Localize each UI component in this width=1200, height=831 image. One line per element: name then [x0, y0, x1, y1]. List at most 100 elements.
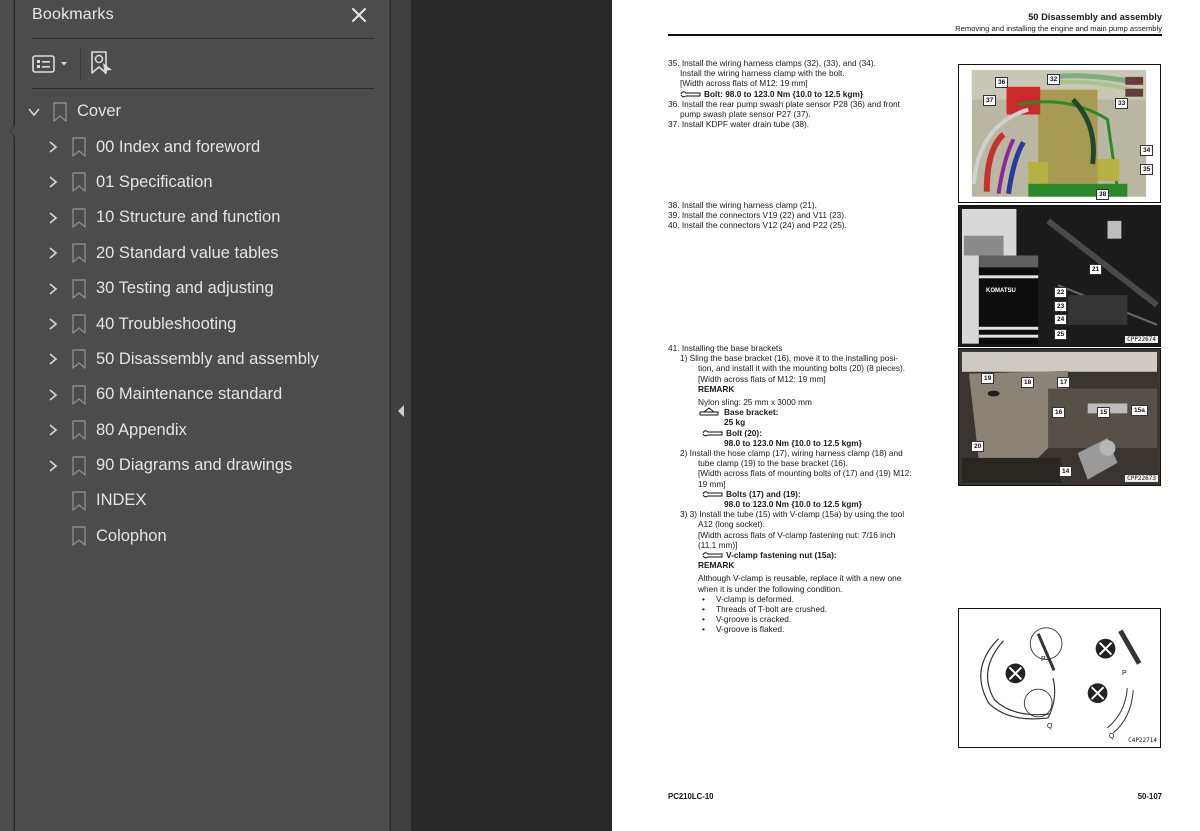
bookmark-item-90-diagrams-and-drawings[interactable]: 90 Diagrams and drawings — [15, 448, 390, 483]
substep-3: 3) 3) Install the tube (15) with V-clamp… — [680, 509, 905, 520]
callout-21: 21 — [1089, 264, 1103, 275]
callout-34: 34 — [1140, 145, 1154, 156]
bookmark-item-80-appendix[interactable]: 80 Appendix — [15, 413, 390, 448]
step-35: 35. Install the wiring harness clamps (3… — [668, 58, 876, 68]
bookmark-icon — [71, 278, 87, 300]
bookmark-item-40-troubleshooting[interactable]: 40 Troubleshooting — [15, 306, 390, 341]
step-36-line2: pump swash plate sensor P27 (37). — [680, 109, 811, 120]
find-current-bookmark-button[interactable] — [88, 48, 116, 80]
page-header-subsection: Removing and installing the engine and m… — [955, 24, 1162, 33]
chevron-right-icon[interactable] — [45, 281, 61, 297]
bookmark-icon — [71, 242, 87, 264]
callout-33: 33 — [1115, 98, 1129, 109]
chevron-right-icon[interactable] — [45, 245, 61, 261]
substep-2-line3: [Width across flats of mounting bolts of… — [698, 468, 912, 479]
bookmark-item-60-maintenance-standard[interactable]: 60 Maintenance standard — [15, 377, 390, 412]
substep-1-line3: [Width across flats of M12: 19 mm] — [698, 373, 826, 384]
substep-3-line2: A12 (long socket). — [698, 519, 765, 530]
bolts-17-19-torque-label: Bolts (17) and (19): — [668, 489, 912, 499]
wiring-harness-photo — [959, 65, 1160, 202]
callout-37: 37 — [983, 95, 997, 106]
callout-22: 22 — [1054, 287, 1068, 298]
footer-model: PC210LC-10 — [668, 792, 714, 801]
step-35-line3: [Width across flats of M12: 19 mm] — [680, 78, 808, 89]
chevron-right-icon[interactable] — [45, 139, 61, 155]
bolt-20-torque-value: 98.0 to 123.0 Nm {10.0 to 12.5 kgm} — [724, 437, 862, 448]
label-p-detail: P — [1122, 670, 1127, 677]
callout-14: 14 — [1059, 466, 1073, 477]
bookmark-item-index[interactable]: INDEX — [15, 483, 390, 518]
callout-17: 17 — [1057, 377, 1071, 388]
callout-24: 24 — [1054, 314, 1068, 325]
bookmark-item-50-disassembly-and-assembly[interactable]: 50 Disassembly and assembly — [15, 342, 390, 377]
base-bracket-weight-label: Base bracket: — [668, 407, 912, 417]
bookmark-item-10-structure-and-function[interactable]: 10 Structure and function — [15, 200, 390, 235]
chevron-right-icon[interactable] — [45, 422, 61, 438]
v-clamp-nut-torque-label: V-clamp fastening nut (15a): — [668, 550, 912, 560]
callout-32: 32 — [1047, 74, 1061, 85]
label-q-detail: Q — [1109, 733, 1115, 740]
chevron-right-icon[interactable] — [45, 387, 61, 403]
figure-base-brackets: 19 18 17 16 15 15a 20 14 CPP22673 — [958, 348, 1161, 486]
bookmark-icon — [52, 101, 68, 123]
chevron-right-icon[interactable] — [45, 316, 61, 332]
chevron-right-icon[interactable] — [45, 210, 61, 226]
callout-23: 23 — [1054, 301, 1068, 312]
chevron-right-icon[interactable] — [45, 351, 61, 367]
v-clamp-line-drawing — [959, 609, 1160, 747]
close-icon — [351, 7, 367, 23]
figure-code: CPP22673 — [1125, 475, 1158, 482]
bookmark-label: 80 Appendix — [96, 420, 187, 439]
bookmark-options-button[interactable] — [32, 50, 72, 78]
remark-text-line2: when it is under the following condition… — [698, 583, 843, 594]
substep-3-line4: (11.1 mm)] — [698, 539, 738, 550]
bookmark-label: 20 Standard value tables — [96, 243, 279, 262]
header-rule — [668, 34, 1162, 36]
bookmark-label: 40 Troubleshooting — [96, 314, 237, 333]
torque-wrench-icon — [680, 90, 701, 97]
fuel-filter-photo — [959, 206, 1160, 346]
page-header-section: 50 Disassembly and assembly — [1028, 12, 1162, 22]
bookmark-item-01-specification[interactable]: 01 Specification — [15, 165, 390, 200]
bookmark-item-20-standard-value-tables[interactable]: 20 Standard value tables — [15, 236, 390, 271]
step-35-line2: Install the wiring harness clamp with th… — [680, 68, 845, 79]
step-39: 39. Install the connectors V19 (22) and … — [668, 210, 847, 221]
bookmarks-toolbar — [32, 40, 374, 89]
chevron-right-icon[interactable] — [45, 458, 61, 474]
bolts-17-19-torque-value: 98.0 to 123.0 Nm {10.0 to 12.5 kgm} — [724, 499, 862, 510]
chevron-down-icon[interactable] — [26, 104, 42, 120]
list-options-icon — [32, 55, 67, 73]
substep-1: 1) Sling the base bracket (16), move it … — [680, 353, 899, 364]
bookmark-item-colophon[interactable]: Colophon — [15, 519, 390, 554]
chevron-right-icon[interactable] — [45, 174, 61, 190]
footer-page-number: 50-107 — [1137, 792, 1162, 801]
step-38: 38. Install the wiring harness clamp (21… — [668, 200, 817, 210]
bookmark-icon — [71, 525, 87, 547]
step-37: 37. Install KDPF water drain tube (38). — [668, 119, 810, 130]
callout-36: 36 — [995, 77, 1009, 88]
callout-19: 19 — [981, 373, 995, 384]
close-panel-button[interactable] — [348, 4, 370, 26]
bookmark-item-cover[interactable]: Cover — [15, 94, 390, 129]
collapse-panel-left-icon[interactable] — [397, 404, 405, 418]
figure-code: CPP22674 — [1125, 336, 1158, 343]
bookmark-label: 01 Specification — [96, 172, 213, 191]
bookmark-icon — [71, 384, 87, 406]
bookmark-item-00-index-and-foreword[interactable]: 00 Index and foreword — [15, 129, 390, 164]
bookmark-label: Cover — [77, 102, 122, 121]
remark-text-line1: Although V-clamp is reusable, replace it… — [698, 573, 902, 584]
torque-wrench-icon — [702, 552, 723, 559]
callout-20: 20 — [971, 441, 985, 452]
panel-splitter[interactable] — [391, 0, 411, 831]
navigation-pane-strip — [0, 0, 18, 831]
bookmark-label: 50 Disassembly and assembly — [96, 349, 319, 368]
figure-fuel-filter-connectors: KOMATSU 21 22 23 24 25 CPP22674 — [958, 205, 1161, 347]
substep-3-line3: [Width across flats of V-clamp fastening… — [698, 529, 896, 540]
bookmark-label: 00 Index and foreword — [96, 137, 261, 156]
bookmark-label: 60 Maintenance standard — [96, 385, 283, 404]
weight-sling-icon — [699, 407, 719, 416]
bolt-torque-line: Bolt: 98.0 to 123.0 Nm {10.0 to 12.5 kgm… — [668, 89, 900, 99]
bookmark-item-30-testing-and-adjusting[interactable]: 30 Testing and adjusting — [15, 271, 390, 306]
bookmarks-panel: Bookmarks Cover 00 Index and foreword 01… — [15, 0, 390, 831]
substep-2: 2) Install the hose clamp (17), wiring h… — [680, 448, 903, 459]
